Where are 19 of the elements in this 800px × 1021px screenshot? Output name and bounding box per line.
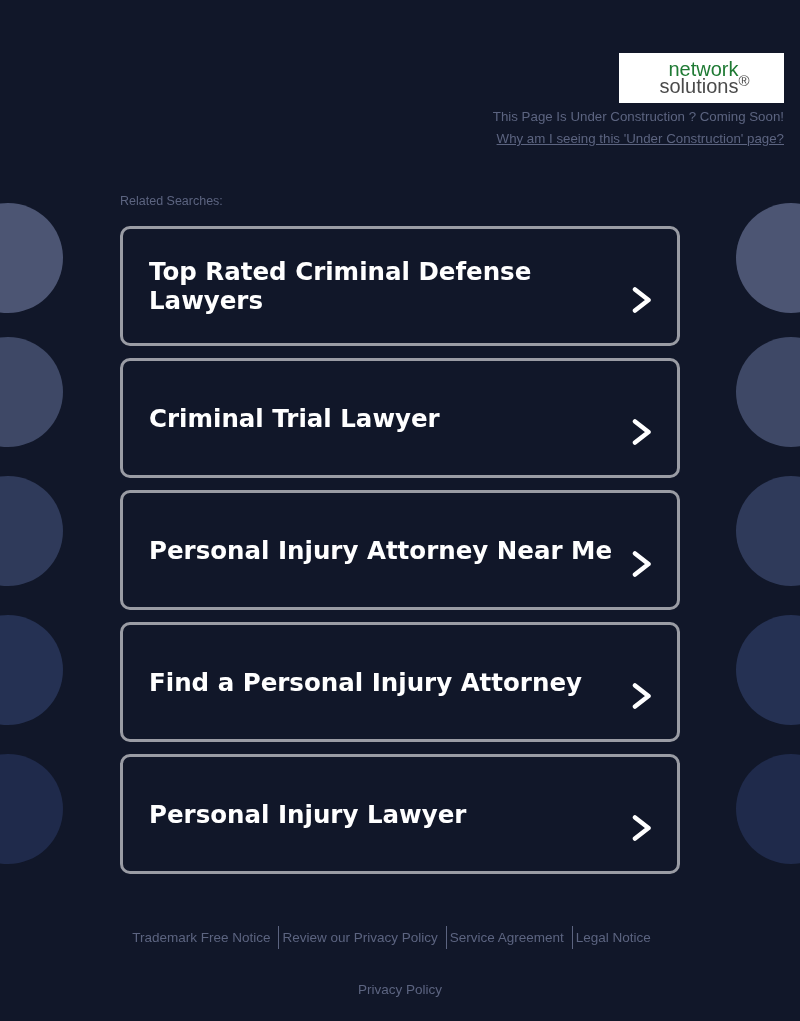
privacy-policy-link[interactable]: Privacy Policy (358, 981, 442, 999)
chevron-right-icon (632, 551, 652, 577)
why-construction-link[interactable]: Why am I seeing this 'Under Construction' page? (496, 131, 784, 147)
related-search-link[interactable]: Find a Personal Injury Attorney (120, 622, 680, 742)
chevron-right-icon (632, 683, 652, 709)
footer-link[interactable]: Service Agreement (449, 928, 564, 947)
footer-link[interactable]: Trademark Free Notice (132, 928, 271, 947)
chevron-right-icon (632, 815, 652, 841)
related-search-link[interactable]: Personal Injury Attorney Near Me (120, 490, 680, 610)
related-search-link[interactable]: Top Rated Criminal Defense Lawyers (120, 226, 680, 346)
footer-link[interactable]: Review our Privacy Policy (282, 928, 438, 947)
related-search-link[interactable]: Criminal Trial Lawyer (120, 358, 680, 478)
construction-notice: This Page Is Under Construction ? Coming Soon! (492, 109, 784, 125)
logo-text: network (668, 61, 739, 77)
footer-link[interactable]: Legal Notice (575, 928, 651, 947)
related-search-link[interactable]: Personal Injury Lawyer (120, 754, 680, 874)
related-searches-heading: Related Searches: (120, 193, 223, 209)
chevron-right-icon (632, 419, 652, 445)
chevron-right-icon (632, 287, 652, 313)
